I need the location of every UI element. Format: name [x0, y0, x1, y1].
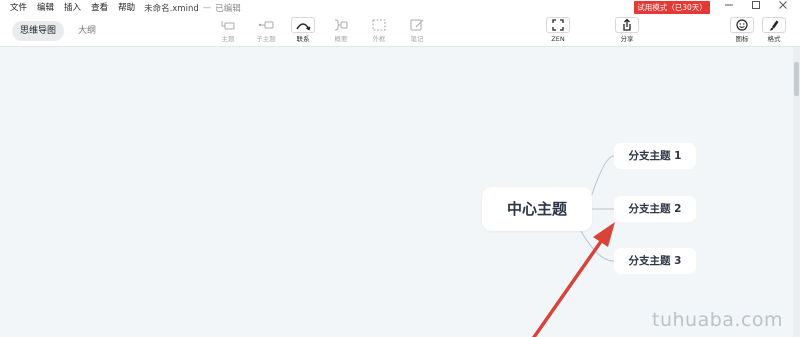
zen-button[interactable]: ZEN [542, 17, 574, 47]
vertical-scrollbar[interactable] [793, 47, 800, 337]
mindmap-canvas[interactable] [0, 47, 793, 337]
subtopic-label: 子主题 [256, 35, 276, 43]
summary-label: 概要 [334, 35, 348, 43]
boundary-label: 外框 [372, 35, 386, 43]
summary-icon [329, 17, 353, 33]
icon-panel-button[interactable]: 图标 [726, 17, 758, 47]
branch-topic-node-1[interactable]: 分支主题 1 [614, 143, 696, 169]
file-title: 未命名.xmind [144, 4, 199, 14]
share-label: 分享 [620, 35, 634, 43]
close-icon[interactable] [770, 0, 796, 16]
relationship-label: 联系 [296, 35, 310, 43]
branch-topic-node-3[interactable]: 分支主题 3 [614, 248, 696, 274]
menu-view[interactable]: 查看 [86, 0, 113, 16]
scrollbar-thumb[interactable] [794, 62, 799, 96]
tab-mindmap[interactable]: 思维导图 [12, 21, 65, 41]
note-icon [405, 17, 429, 33]
menu-edit[interactable]: 编辑 [32, 0, 59, 16]
format-panel-label: 格式 [767, 35, 781, 43]
menu-insert[interactable]: 插入 [59, 0, 86, 16]
smiley-icon [730, 17, 754, 33]
menu-help[interactable]: 帮助 [113, 0, 140, 16]
subtopic-icon [254, 17, 278, 33]
relationship-button[interactable]: 联系 [287, 17, 319, 47]
tab-outline[interactable]: 大纲 [70, 21, 104, 41]
fullscreen-icon [546, 17, 570, 33]
note-button[interactable]: 笔记 [401, 17, 433, 47]
summary-button[interactable]: 概要 [325, 17, 357, 47]
boundary-button[interactable]: 外框 [363, 17, 395, 47]
trial-mode-badge[interactable]: 试用模式（已30天） [634, 1, 710, 14]
share-icon [615, 17, 639, 33]
topic-label: 主题 [221, 35, 235, 43]
toolbar: 思维导图 大纲 主题 子主题 联系 概要 外框 笔记 ZEN 分享 图标 格式 [0, 16, 800, 47]
central-topic-node[interactable]: 中心主题 [482, 187, 592, 231]
boundary-icon [367, 17, 391, 33]
branch-topic-node-2[interactable]: 分支主题 2 [614, 196, 696, 222]
format-panel-button[interactable]: 格式 [758, 17, 790, 47]
file-status: 已编辑 [215, 4, 241, 14]
icon-panel-label: 图标 [735, 35, 749, 43]
subtopic-button[interactable]: 子主题 [250, 17, 282, 47]
zen-label: ZEN [551, 35, 565, 43]
topic-icon [216, 17, 240, 33]
watermark: tuhuaba.com [652, 309, 784, 331]
note-label: 笔记 [410, 35, 424, 43]
title-separator: — [202, 3, 212, 13]
menu-file[interactable]: 文件 [0, 0, 32, 16]
minimize-icon[interactable] [716, 0, 742, 16]
brush-icon [762, 17, 786, 33]
maximize-icon[interactable] [743, 0, 769, 16]
relationship-icon [291, 17, 315, 33]
share-button[interactable]: 分享 [611, 17, 643, 47]
topic-button[interactable]: 主题 [212, 17, 244, 47]
